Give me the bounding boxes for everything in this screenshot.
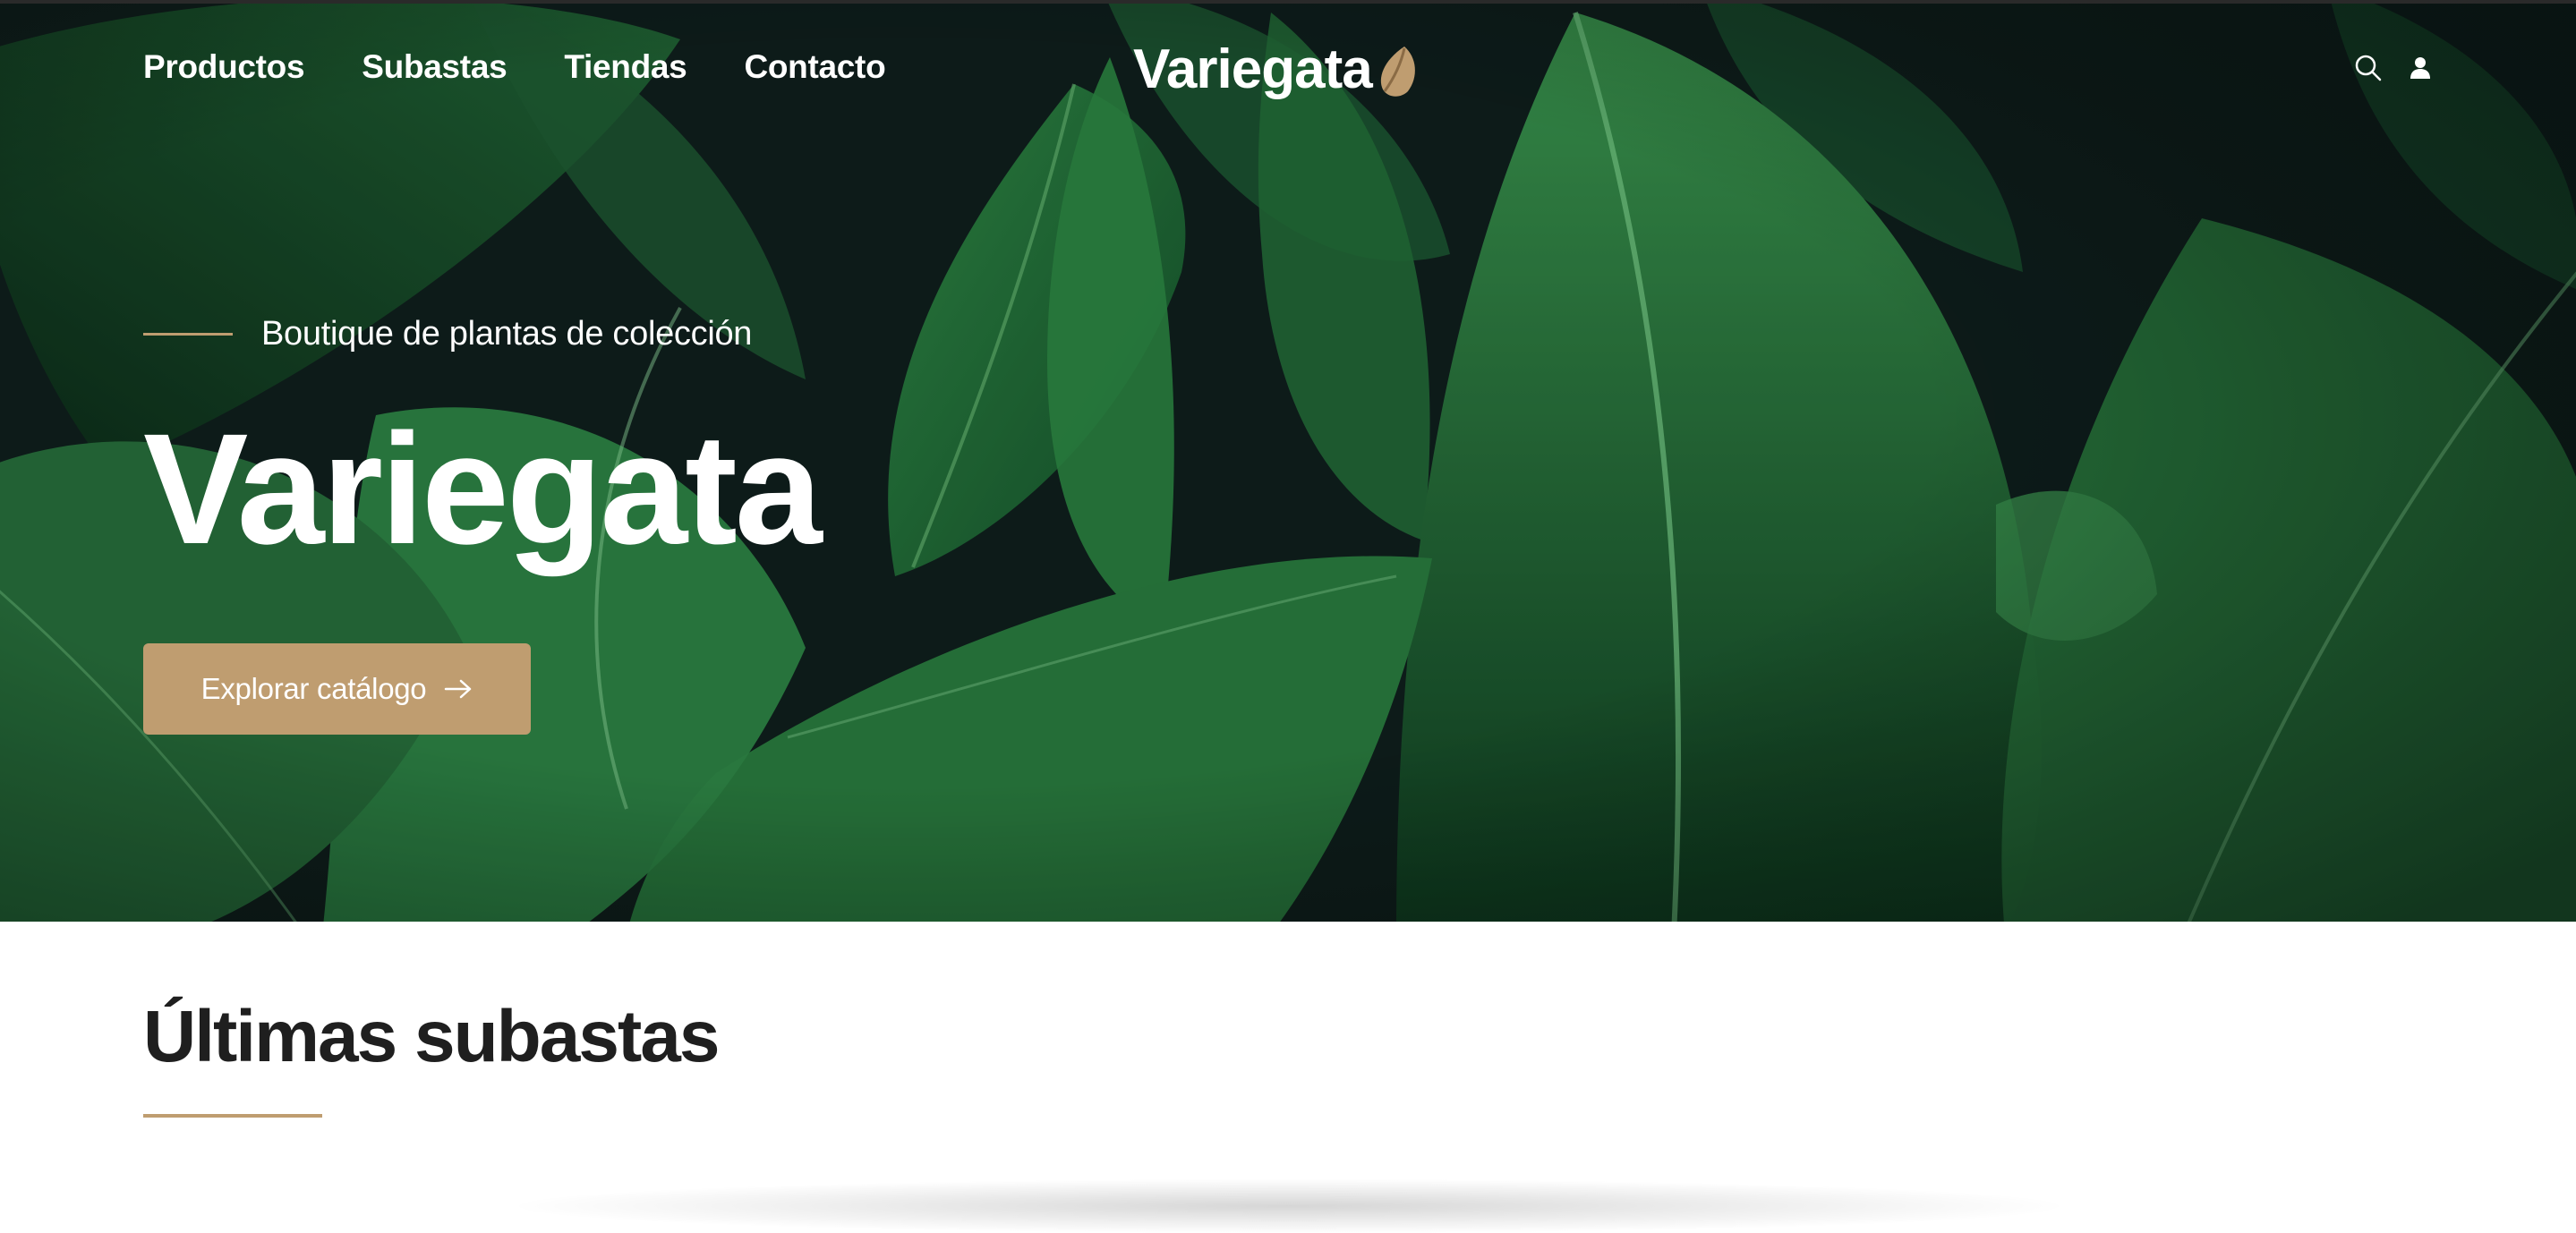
auction-card-shadow (519, 1179, 2059, 1233)
arrow-right-icon (445, 679, 472, 699)
brand-name: Variegata (1133, 38, 1373, 100)
explore-catalog-label: Explorar catálogo (200, 672, 427, 705)
main-navigation: Productos Subastas Tiendas Contacto (143, 48, 886, 86)
tagline-divider (143, 333, 233, 336)
header-actions (2354, 54, 2435, 82)
hero-title: Variegata (143, 402, 823, 577)
nav-link-productos[interactable]: Productos (143, 48, 305, 86)
hero-tagline: Boutique de plantas de colección (143, 315, 752, 353)
explore-catalog-button[interactable]: Explorar catálogo (143, 643, 531, 735)
brand-logo[interactable]: Variegata (1133, 38, 1419, 101)
user-icon[interactable] (2406, 54, 2435, 82)
nav-link-tiendas[interactable]: Tiendas (564, 48, 687, 86)
nav-link-subastas[interactable]: Subastas (362, 48, 507, 86)
search-icon[interactable] (2354, 54, 2383, 82)
latest-auctions-heading: Últimas subastas (143, 996, 720, 1077)
hero-banner: Productos Subastas Tiendas Contacto Vari… (0, 0, 2576, 922)
nav-link-contacto[interactable]: Contacto (744, 48, 885, 86)
leaf-icon (1380, 46, 1415, 97)
heading-underline (143, 1114, 322, 1118)
tagline-text: Boutique de plantas de colección (261, 315, 753, 353)
